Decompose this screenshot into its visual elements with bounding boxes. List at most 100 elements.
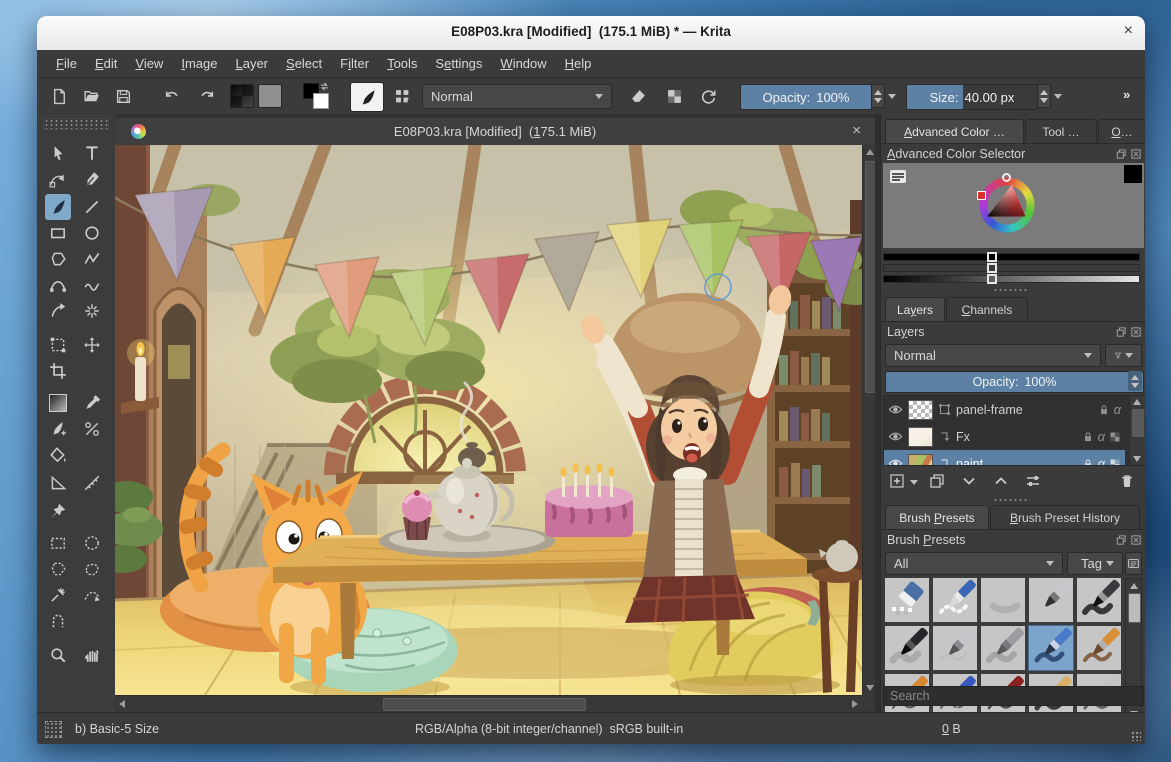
layer-row-paint-selected[interactable]: paint α [884, 450, 1125, 466]
layer-row-fx[interactable]: Fx α [884, 423, 1125, 450]
visibility-eye-icon[interactable] [888, 429, 903, 444]
tool-calligraphy[interactable] [79, 166, 105, 192]
tool-ellipse[interactable] [79, 220, 105, 246]
alpha-lock-icon[interactable]: α [1098, 429, 1105, 444]
move-layer-up-button[interactable] [989, 469, 1013, 493]
close-docker-icon[interactable] [1130, 534, 1142, 546]
opacity-options-arrow[interactable] [888, 94, 896, 99]
document-close-icon[interactable]: × [852, 122, 861, 139]
menu-help[interactable]: Help [556, 56, 601, 71]
canvas-painting[interactable] [115, 145, 862, 695]
fg-bg-color-widget[interactable] [303, 83, 333, 109]
tool-fill[interactable] [45, 442, 71, 468]
tool-select-magnetic[interactable] [45, 608, 71, 634]
opacity-spinner[interactable] [871, 84, 885, 108]
menu-layer[interactable]: Layer [226, 56, 277, 71]
tool-polygon[interactable] [45, 246, 71, 272]
tool-multibrush[interactable] [79, 298, 105, 324]
tab-channels[interactable]: Channels [946, 297, 1028, 322]
visibility-eye-icon[interactable] [888, 402, 903, 417]
tool-select-freehand[interactable] [79, 556, 105, 582]
tool-measure[interactable] [79, 470, 105, 496]
slider-1-handle[interactable] [987, 252, 997, 262]
open-button[interactable] [79, 83, 103, 109]
tab-brush-presets[interactable]: Brush Presets [885, 505, 989, 530]
new-document-button[interactable] [47, 83, 71, 109]
float-docker-icon[interactable] [1115, 534, 1127, 546]
gradient-swatch-button[interactable] [230, 84, 254, 108]
menu-view[interactable]: View [126, 56, 172, 71]
alpha-lock-icon[interactable]: α [1114, 402, 1121, 417]
color-slider-2[interactable] [883, 264, 1140, 272]
menu-select[interactable]: Select [277, 56, 331, 71]
tool-freehand-path[interactable] [79, 272, 105, 298]
menu-settings[interactable]: Settings [426, 56, 491, 71]
alpha-checker-icon[interactable] [1109, 458, 1121, 467]
tool-dynamic-brush[interactable] [45, 298, 71, 324]
tool-move[interactable] [79, 332, 105, 358]
tool-select-bezier[interactable] [79, 582, 105, 608]
color-profile-status[interactable]: RGB/Alpha (8-bit integer/channel) sRGB b… [415, 722, 683, 736]
size-options-arrow[interactable] [1054, 94, 1062, 99]
menu-file[interactable]: File [47, 56, 86, 71]
docker-resize-handle[interactable] [993, 498, 1029, 503]
float-docker-icon[interactable] [1115, 148, 1127, 160]
layer-list-scrollbar[interactable] [1129, 396, 1145, 465]
add-layer-options-arrow[interactable] [910, 480, 918, 485]
tool-select-rectangular[interactable] [45, 530, 71, 556]
brush-preset-selected[interactable] [1029, 626, 1073, 670]
save-button[interactable] [111, 83, 135, 109]
tool-select-similar-color[interactable] [45, 582, 71, 608]
lock-icon[interactable] [1098, 404, 1110, 416]
layer-opacity-slider[interactable]: Opacity:100% [885, 371, 1144, 393]
menu-image[interactable]: Image [172, 56, 226, 71]
tab-tool-options[interactable]: Tool … [1025, 119, 1097, 144]
brush-tag-filter-dropdown[interactable]: All [885, 552, 1063, 575]
layer-properties-button[interactable] [1021, 469, 1045, 493]
move-layer-down-button[interactable] [957, 469, 981, 493]
brush-preset[interactable] [981, 578, 1025, 622]
tab-brush-preset-history[interactable]: Brush Preset History [990, 505, 1140, 530]
undo-button[interactable] [159, 83, 183, 109]
tool-color-sampler[interactable] [79, 390, 105, 416]
layer-row-panel-frame[interactable]: panel-frame α [884, 396, 1125, 423]
tab-advanced-color-selector[interactable]: Advanced Color … [885, 119, 1024, 144]
duplicate-layer-button[interactable] [925, 469, 949, 493]
visibility-eye-icon[interactable] [888, 456, 903, 466]
tool-transform-shapes[interactable] [45, 140, 71, 166]
tag-button[interactable]: Tag [1067, 552, 1123, 575]
brush-preset[interactable] [885, 626, 929, 670]
preserve-alpha-button[interactable] [661, 83, 687, 109]
advanced-color-selector-panel[interactable] [883, 163, 1144, 248]
layer-filter-button[interactable] [1105, 344, 1142, 367]
pattern-swatch-button[interactable] [258, 84, 282, 108]
tool-smart-patch[interactable] [45, 416, 71, 442]
menu-filter[interactable]: Filter [331, 56, 378, 71]
lock-icon[interactable] [1082, 431, 1094, 443]
size-spinner[interactable] [1037, 84, 1051, 108]
tool-pan[interactable] [79, 642, 105, 668]
tool-gradient[interactable] [45, 390, 71, 416]
tool-crop[interactable] [45, 358, 71, 384]
toolbar-overflow-button[interactable]: » [1123, 87, 1130, 102]
selector-settings-icon[interactable] [890, 170, 906, 183]
tool-select-elliptical[interactable] [79, 530, 105, 556]
color-slider-1[interactable] [883, 253, 1140, 261]
brush-preset[interactable] [1077, 578, 1121, 622]
tool-colorize-mask[interactable] [79, 416, 105, 442]
size-slider[interactable]: Size:40.00 px [906, 84, 1038, 110]
display-mode-button[interactable] [1125, 552, 1142, 575]
tool-edit-shapes[interactable] [45, 166, 71, 192]
blending-mode-dropdown[interactable]: Normal [422, 84, 612, 109]
brush-preset[interactable] [885, 578, 929, 622]
tab-layers[interactable]: Layers [885, 297, 945, 322]
resize-grip[interactable] [1131, 731, 1141, 741]
redo-button[interactable] [195, 83, 219, 109]
menu-tools[interactable]: Tools [378, 56, 426, 71]
close-docker-icon[interactable] [1130, 148, 1142, 160]
swap-colors-icon[interactable] [319, 81, 330, 92]
window-close-icon[interactable]: × [1124, 22, 1133, 40]
lock-icon[interactable] [1082, 458, 1094, 467]
tool-bezier-curve[interactable] [45, 272, 71, 298]
eraser-mode-button[interactable] [625, 83, 651, 109]
